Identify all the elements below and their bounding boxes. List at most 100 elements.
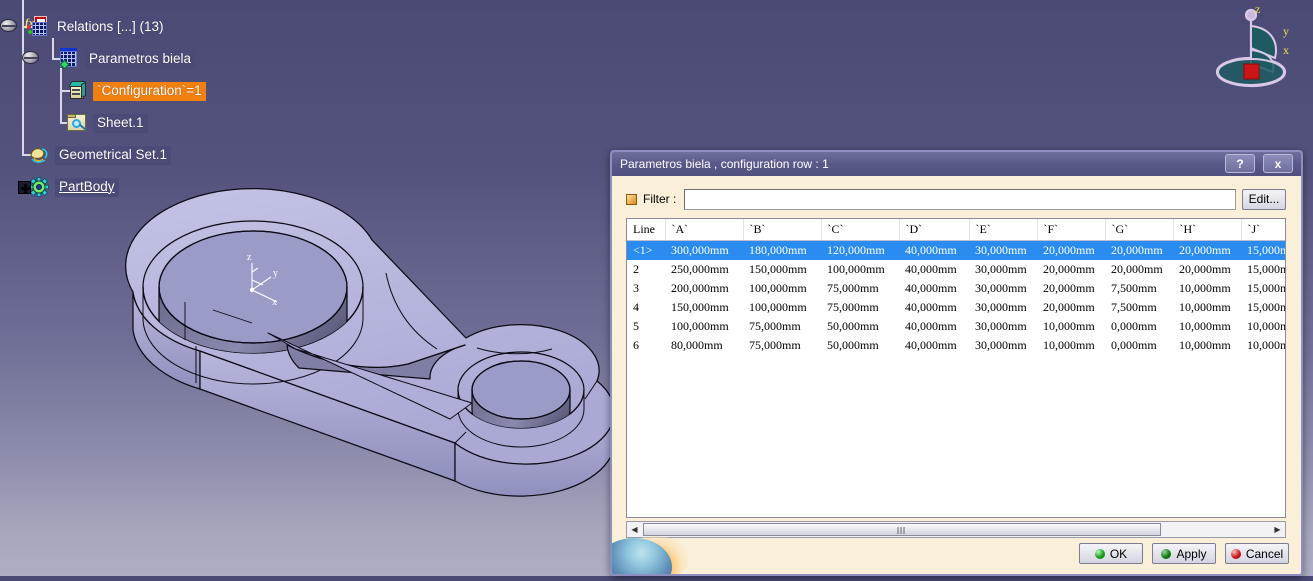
table-cell-value[interactable]: 15,000mm — [1241, 298, 1285, 317]
table-cell-value[interactable]: 100,000mm — [743, 298, 821, 317]
table-cell-value[interactable]: 15,000mm — [1241, 240, 1285, 260]
table-row[interactable]: 6 80,000mm 75,000mm 50,000mm 40,000mm 30,000m… — [627, 336, 1285, 355]
table-cell-value[interactable]: 40,000mm — [899, 298, 969, 317]
table-cell-value[interactable]: 20,000mm — [1173, 260, 1241, 279]
table-cell-value[interactable]: 30,000mm — [969, 317, 1037, 336]
table-row[interactable]: 4 150,000mm 100,000mm 75,000mm 40,000mm 30,00… — [627, 298, 1285, 317]
table-cell-value[interactable]: 10,000mm — [1173, 298, 1241, 317]
table-cell-value[interactable]: 30,000mm — [969, 260, 1037, 279]
table-cell-value[interactable]: 40,000mm — [899, 279, 969, 298]
table-cell-value[interactable]: 7,500mm — [1105, 298, 1173, 317]
table-column-header[interactable]: `E` — [969, 219, 1038, 241]
table-cell-value[interactable]: 80,000mm — [665, 336, 743, 355]
table-cell-value[interactable]: 150,000mm — [743, 260, 821, 279]
ok-button[interactable]: OK — [1079, 543, 1143, 564]
table-column-header[interactable]: `A` — [665, 219, 744, 241]
sidebar-item-partbody[interactable]: PartBody — [18, 176, 119, 198]
table-cell-value[interactable]: 40,000mm — [899, 317, 969, 336]
table-cell-value[interactable]: 75,000mm — [821, 279, 899, 298]
table-row[interactable]: 2 250,000mm 150,000mm 100,000mm 40,000mm 30,0… — [627, 260, 1285, 279]
table-cell-value[interactable]: 30,000mm — [969, 279, 1037, 298]
table-cell-value[interactable]: 10,000mm — [1241, 336, 1285, 355]
table-cell-line[interactable]: 3 — [627, 279, 665, 298]
table-cell-value[interactable]: 120,000mm — [821, 240, 899, 260]
table-cell-line[interactable]: 5 — [627, 317, 665, 336]
apply-button[interactable]: Apply — [1152, 543, 1216, 564]
table-cell-value[interactable]: 15,000mm — [1241, 260, 1285, 279]
scroll-left-arrow[interactable]: ◀ — [627, 522, 642, 537]
table-cell-value[interactable]: 20,000mm — [1173, 240, 1241, 260]
help-button[interactable]: ? — [1225, 154, 1255, 173]
table-cell-value[interactable]: 75,000mm — [821, 298, 899, 317]
table-row[interactable]: <1> 300,000mm 180,000mm 120,000mm 40,000mm 30… — [627, 240, 1285, 260]
table-cell-value[interactable]: 40,000mm — [899, 336, 969, 355]
table-cell-value[interactable]: 30,000mm — [969, 298, 1037, 317]
table-cell-value[interactable]: 250,000mm — [665, 260, 743, 279]
table-column-header[interactable]: `B` — [743, 219, 822, 241]
scroll-right-arrow[interactable]: ▶ — [1270, 522, 1285, 537]
table-cell-value[interactable]: 10,000mm — [1173, 317, 1241, 336]
table-cell-value[interactable]: 30,000mm — [969, 336, 1037, 355]
table-cell-value[interactable]: 180,000mm — [743, 240, 821, 260]
filter-input[interactable] — [684, 188, 1236, 210]
table-column-header[interactable]: `G` — [1105, 219, 1174, 241]
navigation-compass[interactable]: z y x — [1213, 2, 1301, 88]
scrollbar-thumb[interactable] — [643, 523, 1161, 536]
edit-button[interactable]: Edit... — [1242, 188, 1286, 210]
sidebar-item-relations[interactable]: fx Relations [...] (13) — [25, 16, 168, 38]
cancel-button[interactable]: Cancel — [1225, 543, 1289, 564]
table-cell-value[interactable]: 20,000mm — [1037, 240, 1105, 260]
table-cell-value[interactable]: 20,000mm — [1105, 260, 1173, 279]
table-cell-value[interactable]: 200,000mm — [665, 279, 743, 298]
table-cell-value[interactable]: 75,000mm — [743, 317, 821, 336]
table-cell-value[interactable]: 30,000mm — [969, 240, 1037, 260]
relations-sphere-icon — [0, 19, 17, 32]
table-column-header[interactable]: Line — [627, 219, 666, 241]
table-column-header[interactable]: `H` — [1173, 219, 1242, 241]
table-column-header[interactable]: `J` — [1241, 219, 1285, 241]
table-cell-value[interactable]: 100,000mm — [665, 317, 743, 336]
table-cell-value[interactable]: 10,000mm — [1037, 336, 1105, 355]
table-cell-value[interactable]: 10,000mm — [1241, 317, 1285, 336]
sidebar-item-sheet-1[interactable]: Sheet.1 — [66, 112, 148, 134]
sidebar-item-geometrical-set-1[interactable]: Geometrical Set.1 — [28, 144, 172, 166]
table-cell-line[interactable]: 6 — [627, 336, 665, 355]
table-cell-value[interactable]: 100,000mm — [821, 260, 899, 279]
design-table-dialog[interactable]: Parametros biela , configuration row : 1… — [610, 150, 1303, 576]
table-cell-value[interactable]: 10,000mm — [1037, 317, 1105, 336]
table-column-header[interactable]: `F` — [1037, 219, 1106, 241]
sidebar-item-configuration[interactable]: `Configuration`=1 — [66, 80, 206, 102]
table-cell-value[interactable]: 300,000mm — [665, 240, 743, 260]
table-cell-value[interactable]: 100,000mm — [743, 279, 821, 298]
table-cell-line[interactable]: 4 — [627, 298, 665, 317]
table-cell-value[interactable]: 50,000mm — [821, 336, 899, 355]
partbody-icon — [18, 177, 50, 197]
table-cell-value[interactable]: 150,000mm — [665, 298, 743, 317]
table-column-header[interactable]: `C` — [821, 219, 900, 241]
specification-tree[interactable]: fx Relations [...] (13) Parametros biela — [0, 0, 420, 210]
table-cell-value[interactable]: 15,000mm — [1241, 279, 1285, 298]
table-cell-value[interactable]: 50,000mm — [821, 317, 899, 336]
table-cell-value[interactable]: 20,000mm — [1037, 298, 1105, 317]
table-row[interactable]: 5 100,000mm 75,000mm 50,000mm 40,000mm 30,000… — [627, 317, 1285, 336]
table-cell-value[interactable]: 20,000mm — [1105, 240, 1173, 260]
table-cell-line[interactable]: <1> — [627, 240, 665, 260]
table-cell-value[interactable]: 40,000mm — [899, 240, 969, 260]
table-row[interactable]: 3 200,000mm 100,000mm 75,000mm 40,000mm 30,00… — [627, 279, 1285, 298]
horizontal-scrollbar[interactable]: ◀ ▶ — [626, 521, 1286, 538]
table-cell-value[interactable]: 75,000mm — [743, 336, 821, 355]
dialog-title-bar[interactable]: Parametros biela , configuration row : 1… — [612, 152, 1301, 176]
configurations-table[interactable]: Line `A` `B` `C` `D` `E` `F` `G` `H` `J` <1> 300,0… — [626, 218, 1286, 518]
table-cell-value[interactable]: 7,500mm — [1105, 279, 1173, 298]
table-cell-value[interactable]: 20,000mm — [1037, 260, 1105, 279]
table-cell-value[interactable]: 0,000mm — [1105, 317, 1173, 336]
table-cell-line[interactable]: 2 — [627, 260, 665, 279]
table-column-header[interactable]: `D` — [899, 219, 970, 241]
table-cell-value[interactable]: 10,000mm — [1173, 336, 1241, 355]
table-cell-value[interactable]: 40,000mm — [899, 260, 969, 279]
sidebar-item-parametros-biela[interactable]: Parametros biela — [58, 48, 196, 70]
table-cell-value[interactable]: 20,000mm — [1037, 279, 1105, 298]
table-cell-value[interactable]: 0,000mm — [1105, 336, 1173, 355]
close-button[interactable]: x — [1263, 154, 1293, 173]
table-cell-value[interactable]: 10,000mm — [1173, 279, 1241, 298]
